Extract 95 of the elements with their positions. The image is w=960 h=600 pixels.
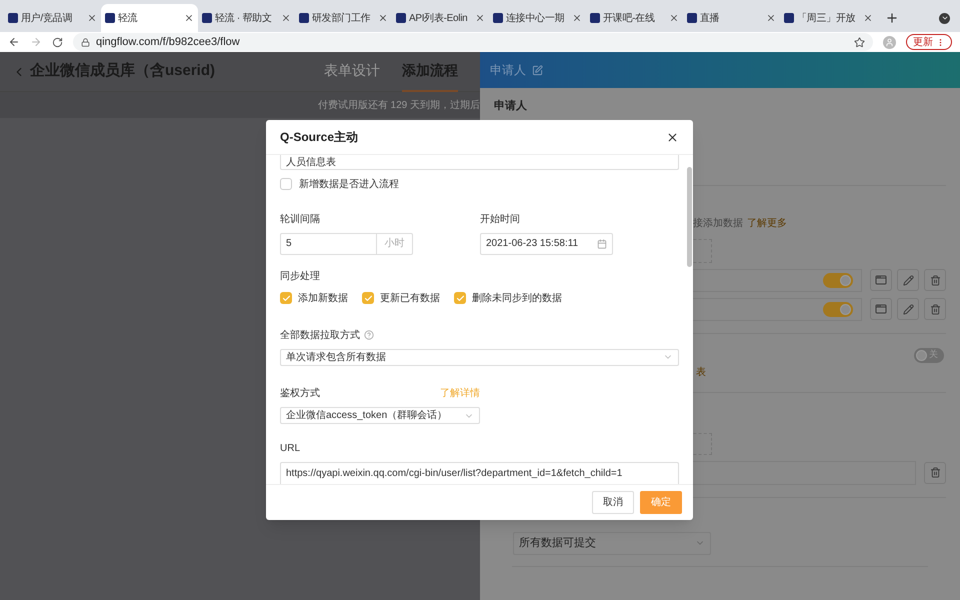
bookmark-star-icon[interactable]: [854, 36, 865, 48]
new-tab-icon[interactable]: [885, 11, 899, 25]
profile-icon[interactable]: [883, 36, 896, 48]
browser-tab[interactable]: 轻流 · 帮助文: [198, 4, 295, 32]
update-button[interactable]: 更新: [906, 34, 952, 50]
checkbox[interactable]: [454, 292, 466, 304]
tab-title: 轻流: [118, 12, 138, 26]
site-icon: [590, 13, 600, 23]
delete-button[interactable]: [924, 462, 946, 484]
browser-tab[interactable]: 轻流: [101, 4, 198, 32]
field-label: 全部数据拉取方式: [280, 328, 360, 343]
back-icon[interactable]: [8, 36, 20, 48]
browser-tab[interactable]: 「周三」开放: [780, 4, 877, 32]
checkbox[interactable]: [280, 178, 292, 190]
tab-title: 连接中心一期: [506, 12, 566, 26]
window-icon: [875, 303, 887, 315]
url-field[interactable]: https://qyapi.weixin.qq.com/cgi-bin/user/list?department_id=1&fetch_child=1: [280, 462, 679, 484]
field-label: 同步处理: [280, 270, 320, 284]
panel-title: 申请人: [490, 62, 526, 79]
pencil-icon: [902, 274, 914, 286]
close-icon[interactable]: [766, 13, 776, 23]
site-icon: [299, 13, 309, 23]
close-icon[interactable]: [863, 13, 873, 23]
close-icon[interactable]: [669, 13, 679, 23]
trash-icon: [930, 304, 940, 314]
close-icon[interactable]: [572, 13, 582, 23]
checkbox-label: 更新已有数据: [380, 292, 440, 306]
site-icon: [687, 13, 697, 23]
scrollbar[interactable]: [687, 167, 692, 267]
toggle-switch[interactable]: [823, 302, 853, 316]
trial-notice: 付费试用版还有 129 天到期，过期后: [318, 98, 480, 112]
close-icon[interactable]: [184, 13, 194, 23]
checkbox[interactable]: [280, 292, 292, 304]
address-bar[interactable]: qingflow.com/f/b982cee3/flow: [73, 33, 873, 51]
browser-tab[interactable]: 用户/竞品调: [4, 4, 101, 32]
delete-button[interactable]: [924, 269, 946, 291]
window-icon-button[interactable]: [870, 269, 892, 291]
close-icon[interactable]: [475, 13, 485, 23]
browser-tab[interactable]: 连接中心一期: [489, 4, 586, 32]
window-icon: [875, 274, 887, 286]
field-label: 开始时间: [480, 212, 520, 227]
pencil-icon: [902, 304, 914, 314]
close-icon[interactable]: [666, 130, 679, 144]
dialog-title: Q-Source主动: [280, 129, 358, 146]
table-input[interactable]: 人员信息表: [280, 155, 679, 170]
reload-icon[interactable]: [52, 36, 63, 48]
trash-icon: [930, 274, 940, 286]
delete-button[interactable]: [924, 298, 946, 320]
close-icon[interactable]: [281, 13, 291, 23]
window-icon-button[interactable]: [870, 298, 892, 320]
close-icon[interactable]: [87, 13, 97, 23]
select-field[interactable]: 所有数据可提交: [513, 532, 711, 554]
field-label: URL: [280, 442, 300, 456]
interval-field[interactable]: 5 小时: [280, 232, 413, 255]
checkbox-label: 删除未同步到的数据: [472, 292, 562, 306]
section-label: 申请人: [494, 98, 527, 114]
date-time-field[interactable]: 2021-06-23 15:58:11: [480, 232, 613, 255]
close-icon[interactable]: [378, 13, 388, 23]
unit-suffix: 小时: [376, 234, 412, 254]
tab-title: API列表-Eolin: [409, 12, 468, 26]
browser-tab[interactable]: 开课吧-在线: [586, 4, 683, 32]
site-icon: [493, 13, 503, 23]
select-field[interactable]: 单次请求包含所有数据: [280, 348, 679, 366]
site-icon: [105, 13, 115, 23]
lock-icon: [81, 38, 90, 46]
toggle-switch[interactable]: [823, 272, 853, 288]
select-field[interactable]: 企业微信access_token（群聊会话）: [280, 407, 480, 424]
edit-icon[interactable]: [532, 64, 543, 76]
checkbox[interactable]: [362, 292, 374, 304]
calendar-icon: [597, 238, 607, 249]
checkbox-label: 新增数据是否进入流程: [299, 178, 399, 192]
hint-text: 接添加数据: [693, 216, 743, 230]
tab-title: 直播: [700, 12, 720, 26]
tab-menu-icon[interactable]: [939, 12, 950, 24]
browser-tab[interactable]: 研发部门工作: [295, 4, 392, 32]
site-icon: [396, 13, 406, 23]
checkbox-label: 添加新数据: [298, 292, 348, 306]
site-icon: [784, 13, 794, 23]
edit-button[interactable]: [897, 269, 919, 291]
tab-title: 用户/竞品调: [21, 12, 73, 26]
field-label: 轮训间隔: [280, 212, 320, 227]
tab-title: 研发部门工作: [312, 12, 372, 26]
forward-icon[interactable]: [30, 36, 42, 48]
site-icon: [8, 13, 18, 23]
tab-title: 「周三」开放: [797, 12, 856, 26]
field-label: 鉴权方式: [280, 386, 320, 401]
browser-tab[interactable]: API列表-Eolin: [392, 4, 489, 32]
help-icon[interactable]: [364, 330, 374, 340]
browser-tab[interactable]: 直播: [683, 4, 780, 32]
tab-title: 轻流 · 帮助文: [215, 12, 272, 26]
edit-button[interactable]: [897, 298, 919, 320]
cancel-button[interactable]: 取消: [592, 491, 634, 514]
site-icon: [202, 13, 212, 23]
tab-title: 开课吧-在线: [603, 12, 656, 26]
trash-icon: [930, 467, 940, 478]
